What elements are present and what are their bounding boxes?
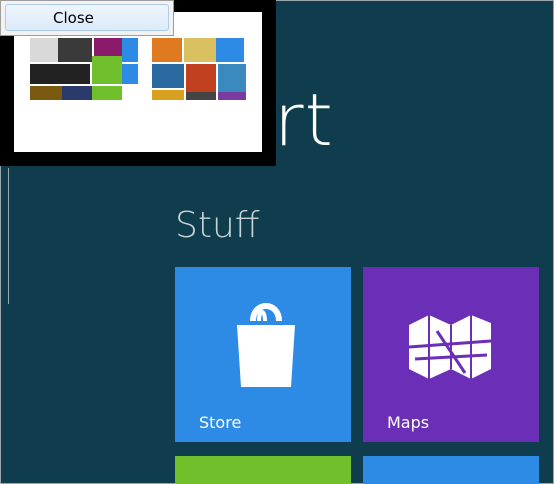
mini-tile [62,86,92,100]
shopping-bag-icon [237,303,295,387]
mini-tile [30,64,90,84]
mini-tile [58,38,92,62]
mini-tile [152,64,184,88]
mini-tile [184,38,216,62]
mini-tile [122,38,138,62]
maps-tile[interactable]: Maps [363,267,539,442]
maps-tile-label: Maps [387,413,430,432]
start-screen-title: rt [274,78,334,162]
mini-tile [218,64,246,92]
folded-map-icon [408,315,492,379]
mini-tile [216,38,244,62]
mini-tile [30,86,62,100]
green-tile[interactable] [175,456,351,484]
mini-tile [92,56,122,84]
mini-tile [30,38,58,62]
mini-tile [92,86,122,100]
mini-tile [152,90,184,100]
blue-tile[interactable] [363,456,539,484]
mini-tile [152,38,182,62]
left-edge-panel [0,168,9,304]
close-menu-item[interactable]: Close [5,4,169,31]
mini-tile [122,64,138,84]
store-tile[interactable]: Store [175,267,351,442]
mini-tile [186,92,216,100]
mini-tile [186,64,216,92]
context-menu: Close [0,0,174,36]
group-title: Stuff [175,205,260,246]
mini-tile [218,92,246,100]
store-tile-label: Store [199,413,242,432]
